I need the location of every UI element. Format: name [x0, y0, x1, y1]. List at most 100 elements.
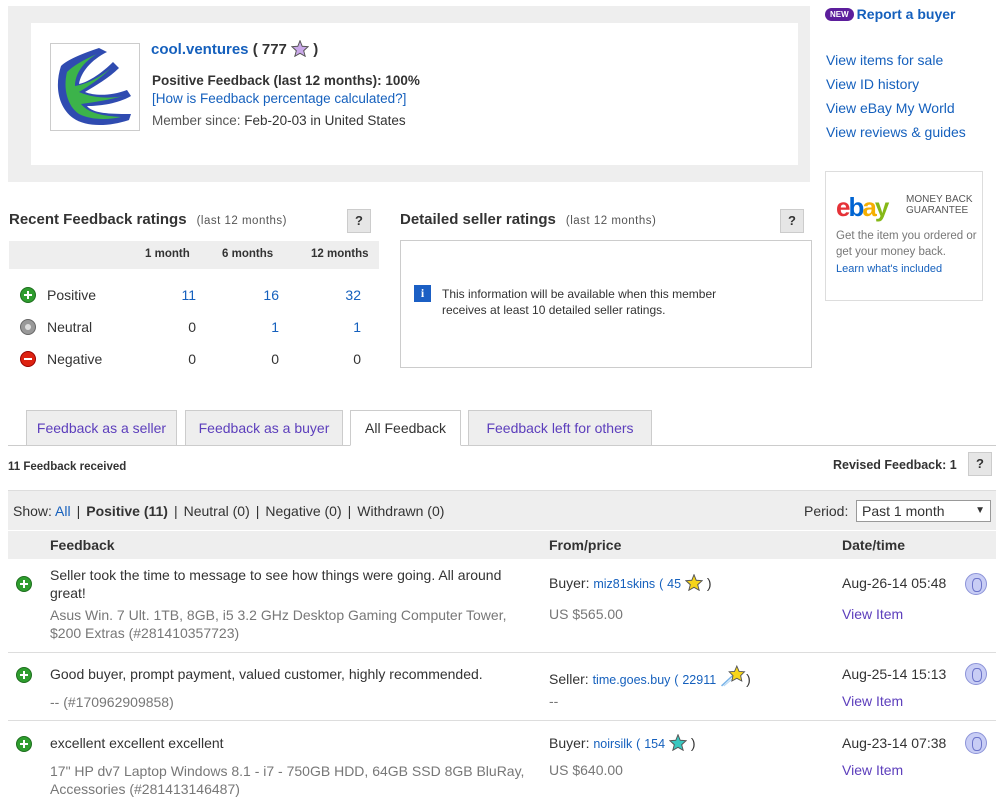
- feedback-user-link[interactable]: noirsilk: [593, 737, 632, 751]
- row-divider: [8, 652, 996, 653]
- yellow-star-icon: [684, 573, 704, 594]
- period-selected-value: Past 1 month: [862, 503, 945, 519]
- feedback-user-score[interactable]: 45: [667, 577, 681, 591]
- feedback-table-header: Feedback From/price Date/time: [8, 531, 996, 559]
- filter-neutral[interactable]: Neutral (0): [184, 503, 250, 519]
- feedback-user-score[interactable]: 154: [644, 737, 665, 751]
- mbg-line-2: GUARANTEE: [906, 205, 969, 216]
- report-buyer-row: NEW Report a buyer: [825, 6, 955, 22]
- tab-all-feedback[interactable]: All Feedback: [350, 410, 461, 446]
- filter-positive[interactable]: Positive (11): [86, 503, 168, 519]
- neutral-6-months-link[interactable]: 1: [249, 319, 279, 335]
- filter-withdrawn[interactable]: Withdrawn (0): [357, 503, 444, 519]
- positive-12-months-link[interactable]: 32: [331, 287, 361, 303]
- feedback-item: -- (#170962909858): [50, 694, 174, 710]
- view-my-world-link[interactable]: View eBay My World: [826, 100, 966, 116]
- header-1-month: 1 month: [145, 248, 190, 260]
- show-filter: Show: All | Positive (11) | Neutral (0) | Nega…: [13, 503, 445, 519]
- feedback-user-score[interactable]: 22911: [682, 673, 716, 687]
- recent-ratings-subtitle: (last 12 months): [196, 215, 288, 227]
- new-badge: NEW: [825, 8, 854, 21]
- mbg-learn-link[interactable]: Learn what's included: [836, 263, 942, 275]
- globe-icon[interactable]: [965, 732, 987, 754]
- ebay-logo: ebay: [836, 192, 889, 222]
- show-label: Show:: [13, 503, 52, 519]
- header-6-months: 6 months: [222, 248, 274, 260]
- feedback-date: Aug-23-14 07:38: [842, 735, 947, 751]
- username-link[interactable]: cool.ventures: [151, 41, 249, 58]
- feedback-price: US $640.00: [549, 762, 623, 778]
- positive-6-months-link[interactable]: 16: [249, 287, 279, 303]
- neutral-1-month: 0: [188, 319, 196, 335]
- negative-6-months: 0: [271, 351, 279, 367]
- view-item-link[interactable]: View Item: [842, 606, 903, 622]
- feedback-item: Asus Win. 7 Ult. 1TB, 8GB, i5 3.2 GHz De…: [50, 607, 507, 641]
- positive-icon: [16, 667, 32, 683]
- feedback-percentage-help-link[interactable]: [How is Feedback percentage calculated?]: [152, 91, 406, 106]
- feedback-from: Buyer: miz81skins ( 45 ): [549, 573, 712, 594]
- recent-ratings-help-button[interactable]: ?: [347, 209, 371, 233]
- detailed-ratings-help-button[interactable]: ?: [780, 209, 804, 233]
- revised-feedback-help-button[interactable]: ?: [968, 452, 992, 476]
- positive-icon: [20, 287, 36, 303]
- profile-links: View items for sale View ID history View…: [826, 52, 966, 148]
- profile-card-inner: cool.ventures ( 777 ) Positive Feedback …: [31, 23, 798, 165]
- report-buyer-link[interactable]: Report a buyer: [857, 6, 956, 22]
- positive-icon: [16, 576, 32, 592]
- detailed-ratings-subtitle: (last 12 months): [565, 215, 657, 227]
- purple-star-icon: [290, 39, 310, 61]
- positive-icon: [16, 736, 32, 752]
- globe-icon[interactable]: [965, 573, 987, 595]
- feedback-price: --: [549, 693, 559, 709]
- column-from-price: From/price: [549, 537, 622, 553]
- column-date-time: Date/time: [842, 537, 906, 553]
- feedback-role: Buyer:: [549, 735, 590, 751]
- positive-feedback-percent: Positive Feedback (last 12 months): 100%: [152, 73, 420, 88]
- neutral-12-months-link[interactable]: 1: [331, 319, 361, 335]
- feedback-item: 17" HP dv7 Laptop Windows 8.1 - i7 - 750…: [50, 763, 525, 797]
- tab-feedback-left-for-others[interactable]: Feedback left for others: [468, 410, 652, 446]
- feedback-comment: Seller took the time to message to see h…: [50, 567, 502, 601]
- view-items-for-sale-link[interactable]: View items for sale: [826, 52, 966, 68]
- view-reviews-guides-link[interactable]: View reviews & guides: [826, 124, 966, 140]
- detailed-ratings-box: i This information will be available whe…: [400, 240, 812, 368]
- view-id-history-link[interactable]: View ID history: [826, 76, 966, 92]
- rating-label: Positive: [47, 287, 97, 303]
- rating-label: Negative: [47, 351, 103, 367]
- column-feedback: Feedback: [50, 537, 115, 553]
- feedback-score-open: ( 777: [248, 41, 292, 58]
- positive-1-month-link[interactable]: 11: [166, 287, 196, 303]
- filter-all-link[interactable]: All: [55, 503, 71, 519]
- money-back-guarantee-box: ebay MONEY BACK GUARANTEE Get the item y…: [825, 171, 983, 301]
- mbg-line-1: MONEY BACK: [906, 194, 973, 205]
- feedback-user-link[interactable]: time.goes.buy: [593, 673, 671, 687]
- view-item-link[interactable]: View Item: [842, 762, 903, 778]
- money-back-guarantee-label: MONEY BACK GUARANTEE: [906, 194, 973, 216]
- avatar[interactable]: [50, 43, 140, 131]
- member-since: Member since: Feb-20-03 in United States: [152, 113, 406, 128]
- filter-negative[interactable]: Negative (0): [265, 503, 341, 519]
- detailed-ratings-info: This information will be available when …: [442, 287, 717, 317]
- feedback-user-link[interactable]: miz81skins: [593, 577, 655, 591]
- detailed-ratings-title-text: Detailed seller ratings: [400, 211, 556, 228]
- feedback-role: Seller:: [549, 671, 589, 687]
- tab-feedback-as-buyer[interactable]: Feedback as a buyer: [185, 410, 343, 446]
- neutral-icon: [20, 319, 36, 335]
- period-select[interactable]: Past 1 month ▼: [856, 500, 991, 522]
- member-since-label: Member since:: [152, 113, 241, 128]
- member-since-value: Feb-20-03 in United States: [244, 113, 406, 128]
- globe-icon[interactable]: [965, 663, 987, 685]
- negative-1-month: 0: [188, 351, 196, 367]
- feedback-date: Aug-25-14 15:13: [842, 666, 947, 682]
- revised-feedback-count: Revised Feedback: 1: [833, 458, 957, 472]
- period-label: Period:: [804, 503, 849, 519]
- mbg-description: Get the item you ordered or get your mon…: [836, 230, 977, 258]
- recent-ratings-title: Recent Feedback ratings (last 12 months): [9, 211, 287, 228]
- ratings-header: 1 month 6 months 12 months: [9, 241, 379, 269]
- detailed-ratings-title: Detailed seller ratings (last 12 months): [400, 211, 656, 228]
- profile-card: cool.ventures ( 777 ) Positive Feedback …: [8, 6, 810, 182]
- filter-bar: Show: All | Positive (11) | Neutral (0) | Nega…: [8, 490, 996, 530]
- view-item-link[interactable]: View Item: [842, 693, 903, 709]
- shooting-star-icon: [720, 664, 746, 690]
- tab-feedback-as-seller[interactable]: Feedback as a seller: [26, 410, 177, 446]
